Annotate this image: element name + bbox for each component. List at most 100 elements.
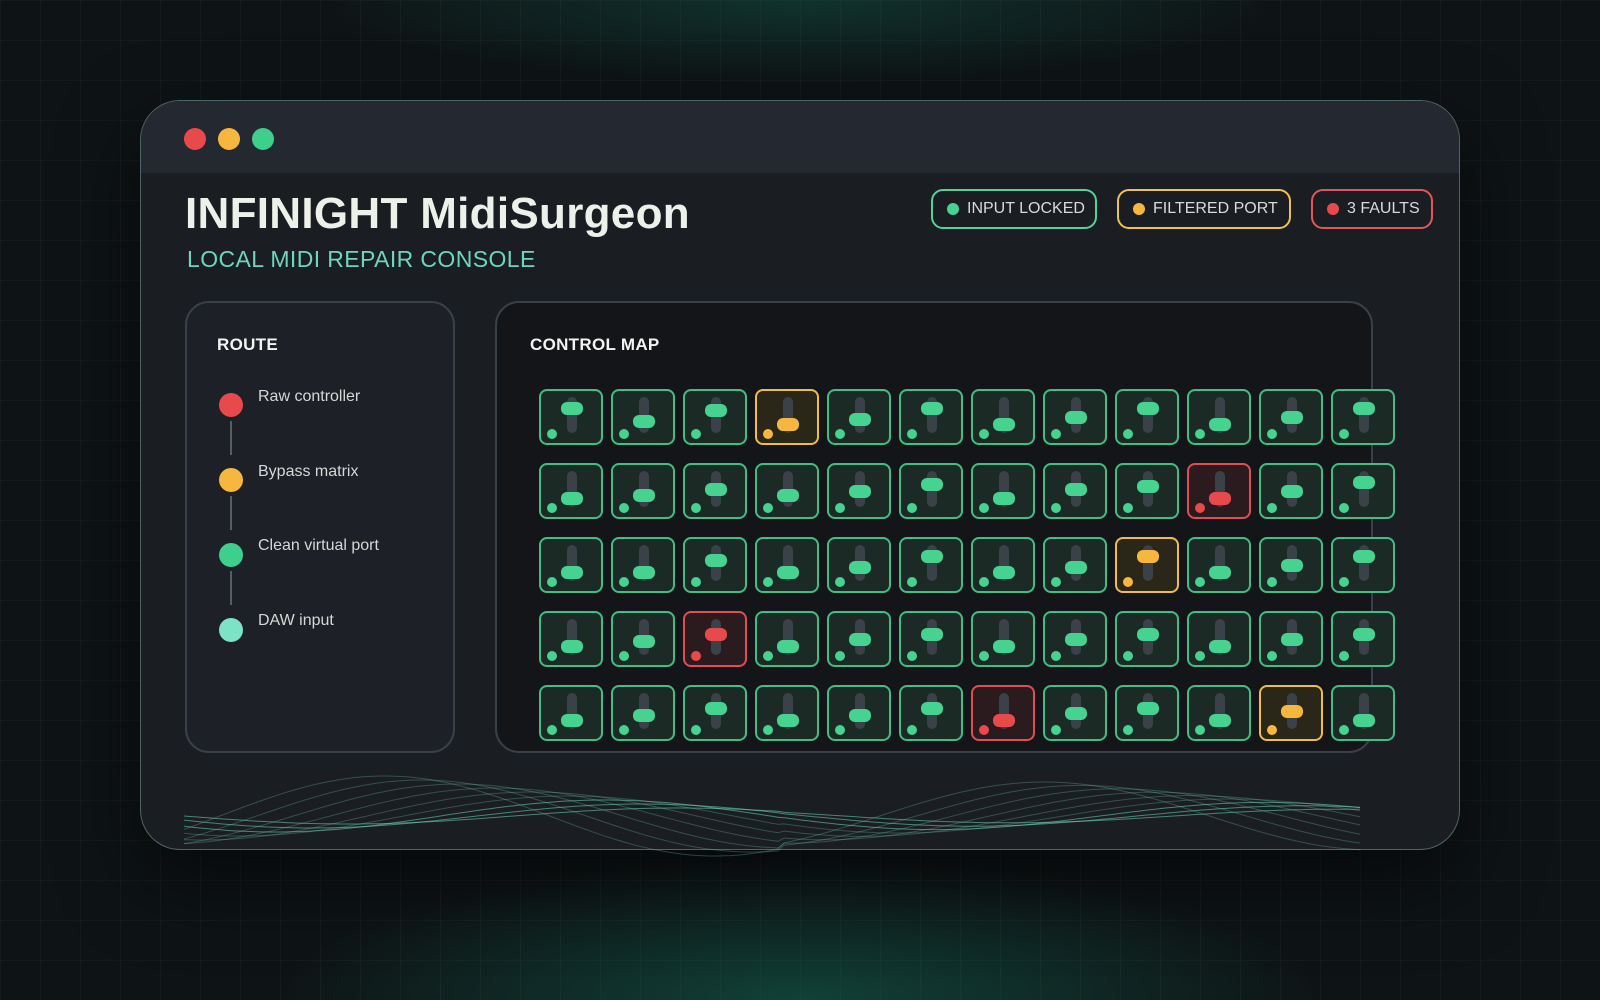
fader-knob[interactable] bbox=[921, 628, 943, 641]
fader-knob[interactable] bbox=[1065, 633, 1087, 646]
fader-knob[interactable] bbox=[993, 418, 1015, 431]
control-cell-r1-c11[interactable] bbox=[1259, 389, 1323, 445]
control-cell-r4-c3[interactable] bbox=[683, 611, 747, 667]
fader-knob[interactable] bbox=[633, 635, 655, 648]
fader-knob[interactable] bbox=[1353, 476, 1375, 489]
control-cell-r2-c9[interactable] bbox=[1115, 463, 1179, 519]
control-cell-r4-c4[interactable] bbox=[755, 611, 819, 667]
fader-knob[interactable] bbox=[561, 714, 583, 727]
fader-knob[interactable] bbox=[633, 709, 655, 722]
control-cell-r3-c5[interactable] bbox=[827, 537, 891, 593]
control-cell-r4-c9[interactable] bbox=[1115, 611, 1179, 667]
fader-knob[interactable] bbox=[561, 492, 583, 505]
control-cell-r1-c8[interactable] bbox=[1043, 389, 1107, 445]
fader-knob[interactable] bbox=[705, 628, 727, 641]
control-cell-r1-c7[interactable] bbox=[971, 389, 1035, 445]
control-cell-r4-c6[interactable] bbox=[899, 611, 963, 667]
control-cell-r1-c12[interactable] bbox=[1331, 389, 1395, 445]
fader-knob[interactable] bbox=[921, 478, 943, 491]
fader-knob[interactable] bbox=[633, 566, 655, 579]
fader-knob[interactable] bbox=[993, 566, 1015, 579]
fader-knob[interactable] bbox=[561, 640, 583, 653]
fader-knob[interactable] bbox=[705, 554, 727, 567]
control-cell-r5-c12[interactable] bbox=[1331, 685, 1395, 741]
fader-knob[interactable] bbox=[1281, 633, 1303, 646]
control-cell-r5-c1[interactable] bbox=[539, 685, 603, 741]
fader-knob[interactable] bbox=[705, 483, 727, 496]
fader-knob[interactable] bbox=[1137, 550, 1159, 563]
fader-knob[interactable] bbox=[1209, 640, 1231, 653]
fader-knob[interactable] bbox=[849, 485, 871, 498]
close-window-button[interactable] bbox=[184, 128, 206, 150]
control-cell-r4-c1[interactable] bbox=[539, 611, 603, 667]
control-cell-r4-c7[interactable] bbox=[971, 611, 1035, 667]
fader-knob[interactable] bbox=[1137, 480, 1159, 493]
control-cell-r4-c12[interactable] bbox=[1331, 611, 1395, 667]
control-cell-r2-c7[interactable] bbox=[971, 463, 1035, 519]
control-cell-r4-c11[interactable] bbox=[1259, 611, 1323, 667]
control-cell-r5-c11[interactable] bbox=[1259, 685, 1323, 741]
fader-knob[interactable] bbox=[921, 402, 943, 415]
control-cell-r1-c4[interactable] bbox=[755, 389, 819, 445]
control-cell-r2-c2[interactable] bbox=[611, 463, 675, 519]
fader-knob[interactable] bbox=[777, 566, 799, 579]
fader-knob[interactable] bbox=[705, 404, 727, 417]
control-cell-r3-c11[interactable] bbox=[1259, 537, 1323, 593]
control-cell-r3-c6[interactable] bbox=[899, 537, 963, 593]
control-cell-r1-c3[interactable] bbox=[683, 389, 747, 445]
fader-knob[interactable] bbox=[849, 561, 871, 574]
minimize-window-button[interactable] bbox=[218, 128, 240, 150]
control-cell-r5-c9[interactable] bbox=[1115, 685, 1179, 741]
control-cell-r2-c10[interactable] bbox=[1187, 463, 1251, 519]
fader-knob[interactable] bbox=[1353, 628, 1375, 641]
control-cell-r3-c9[interactable] bbox=[1115, 537, 1179, 593]
fader-knob[interactable] bbox=[777, 640, 799, 653]
fader-knob[interactable] bbox=[1137, 702, 1159, 715]
fader-knob[interactable] bbox=[777, 714, 799, 727]
control-cell-r1-c10[interactable] bbox=[1187, 389, 1251, 445]
control-cell-r1-c9[interactable] bbox=[1115, 389, 1179, 445]
control-cell-r3-c12[interactable] bbox=[1331, 537, 1395, 593]
fader-knob[interactable] bbox=[1209, 492, 1231, 505]
fader-knob[interactable] bbox=[633, 415, 655, 428]
control-cell-r3-c8[interactable] bbox=[1043, 537, 1107, 593]
fader-knob[interactable] bbox=[993, 640, 1015, 653]
maximize-window-button[interactable] bbox=[252, 128, 274, 150]
control-cell-r2-c8[interactable] bbox=[1043, 463, 1107, 519]
control-cell-r4-c5[interactable] bbox=[827, 611, 891, 667]
fader-knob[interactable] bbox=[1281, 559, 1303, 572]
control-cell-r3-c3[interactable] bbox=[683, 537, 747, 593]
fader-knob[interactable] bbox=[993, 714, 1015, 727]
control-cell-r2-c12[interactable] bbox=[1331, 463, 1395, 519]
fader-knob[interactable] bbox=[1137, 628, 1159, 641]
fader-knob[interactable] bbox=[705, 702, 727, 715]
fader-knob[interactable] bbox=[633, 489, 655, 502]
fader-knob[interactable] bbox=[1209, 418, 1231, 431]
fader-knob[interactable] bbox=[1281, 485, 1303, 498]
control-cell-r5-c5[interactable] bbox=[827, 685, 891, 741]
control-cell-r1-c6[interactable] bbox=[899, 389, 963, 445]
fader-knob[interactable] bbox=[1065, 561, 1087, 574]
control-cell-r5-c8[interactable] bbox=[1043, 685, 1107, 741]
control-cell-r2-c4[interactable] bbox=[755, 463, 819, 519]
control-cell-r5-c10[interactable] bbox=[1187, 685, 1251, 741]
control-cell-r5-c4[interactable] bbox=[755, 685, 819, 741]
control-cell-r2-c11[interactable] bbox=[1259, 463, 1323, 519]
fader-knob[interactable] bbox=[1065, 483, 1087, 496]
fader-knob[interactable] bbox=[849, 633, 871, 646]
control-cell-r3-c1[interactable] bbox=[539, 537, 603, 593]
fader-knob[interactable] bbox=[1209, 714, 1231, 727]
control-cell-r2-c1[interactable] bbox=[539, 463, 603, 519]
control-cell-r1-c1[interactable] bbox=[539, 389, 603, 445]
control-cell-r5-c3[interactable] bbox=[683, 685, 747, 741]
control-cell-r2-c5[interactable] bbox=[827, 463, 891, 519]
fader-knob[interactable] bbox=[1065, 707, 1087, 720]
control-cell-r4-c2[interactable] bbox=[611, 611, 675, 667]
fader-knob[interactable] bbox=[921, 702, 943, 715]
fader-knob[interactable] bbox=[1281, 705, 1303, 718]
fader-knob[interactable] bbox=[561, 402, 583, 415]
control-cell-r1-c2[interactable] bbox=[611, 389, 675, 445]
control-cell-r3-c10[interactable] bbox=[1187, 537, 1251, 593]
control-cell-r1-c5[interactable] bbox=[827, 389, 891, 445]
control-cell-r3-c2[interactable] bbox=[611, 537, 675, 593]
